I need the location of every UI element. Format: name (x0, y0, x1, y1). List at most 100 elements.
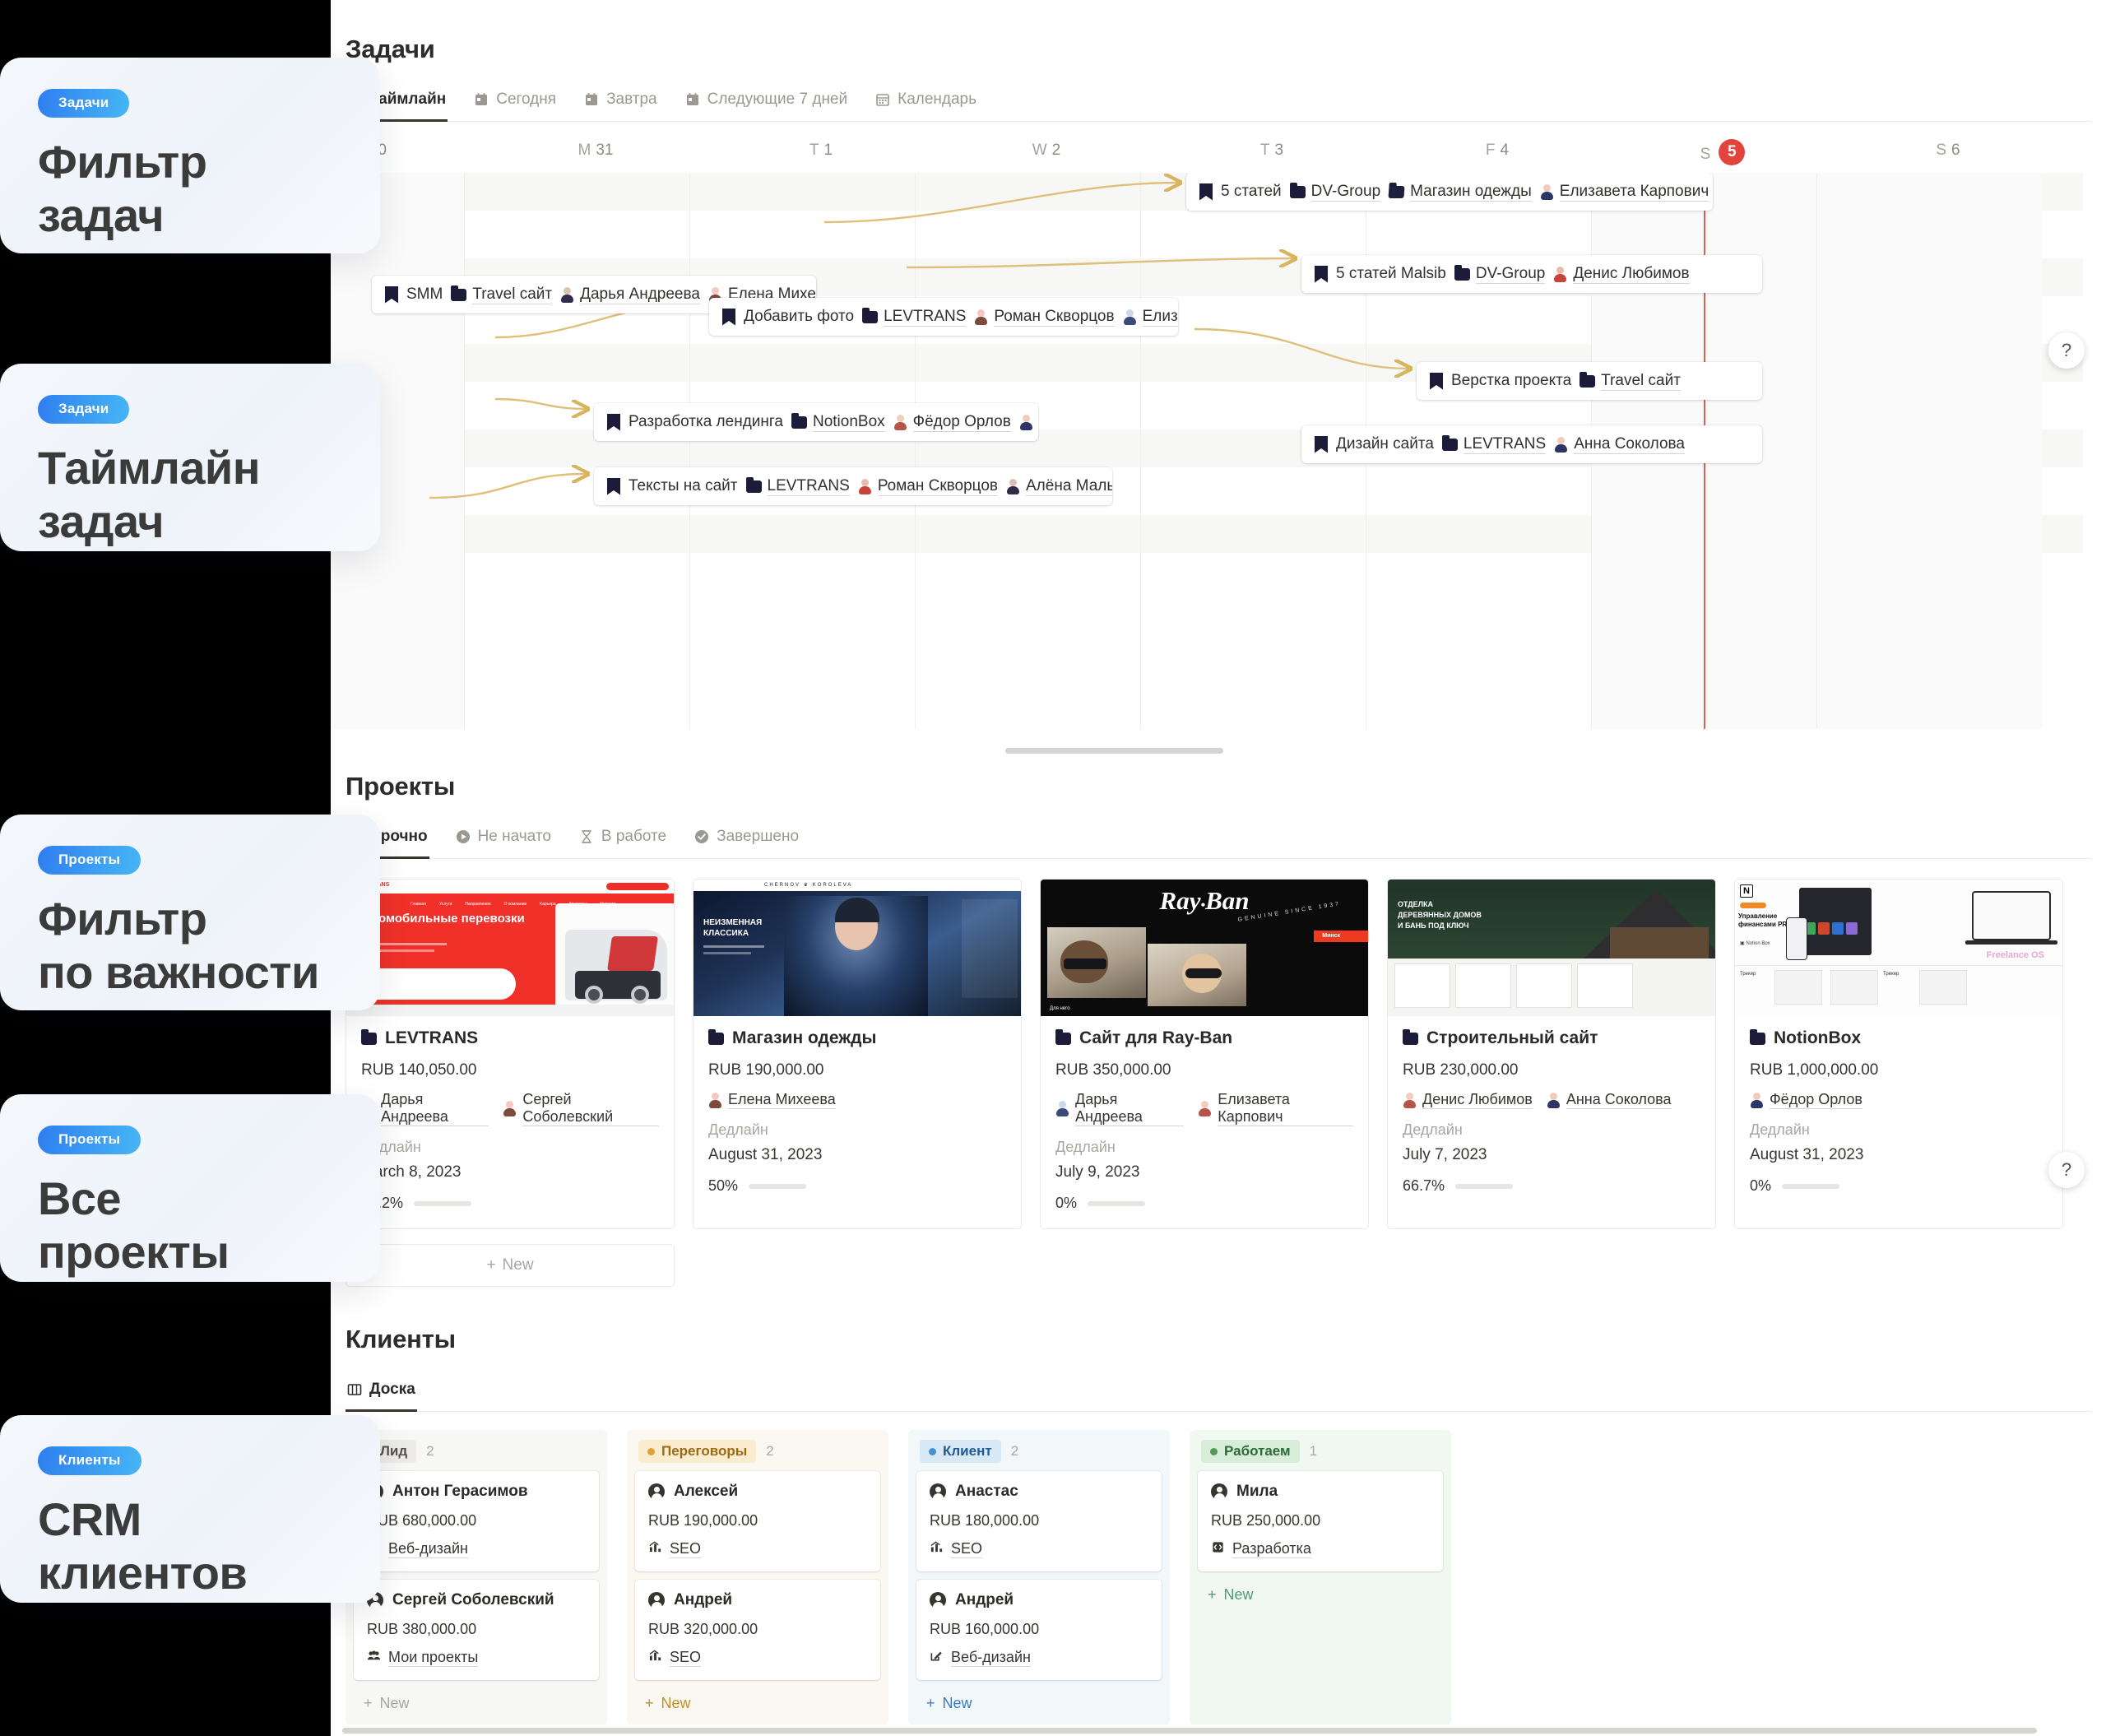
timeline-task-bar[interactable]: 5 статей Malsib DV-Group Денис Любимов (1301, 255, 1762, 293)
help-button-top[interactable]: ? (2048, 332, 2085, 369)
timeline-bar-5-project[interactable]: NotionBox (791, 412, 885, 432)
client-card[interactable]: Анастас RUB 180,000.00 SEO (916, 1471, 1162, 1571)
tab-projects-3[interactable]: Завершено (693, 823, 800, 859)
overlay-card-3-badge: Проекты (38, 846, 141, 875)
tab-projects-2[interactable]: В работе (578, 823, 668, 859)
project-person[interactable]: Денис Любимов (1403, 1091, 1533, 1109)
project-person[interactable]: Елена Михеева (708, 1091, 836, 1109)
project-card[interactable]: ОТДЕЛКА ДЕРЕВЯННЫХ ДОМОВ И БАНЬ ПОД КЛЮЧ С… (1387, 879, 1716, 1229)
project-name-label: Строительный сайт (1426, 1028, 1598, 1047)
board-column-name: Клиент (943, 1443, 992, 1459)
client-tag[interactable]: Веб-дизайн (367, 1540, 586, 1558)
tab-tasks-2[interactable]: Завтра (582, 86, 659, 122)
page-icon (722, 308, 735, 326)
tab-tasks-1-label: Сегодня (496, 91, 557, 108)
client-tag[interactable]: SEO (930, 1540, 1148, 1558)
client-name-label: Алексей (674, 1483, 739, 1500)
project-person[interactable]: Елизавета Карпович (1198, 1091, 1353, 1126)
timeline-bar-3-project[interactable]: LEVTRANS (862, 307, 967, 327)
client-tag[interactable]: Веб-дизайн (930, 1649, 1148, 1667)
project-card[interactable]: CHERNOV ♛ KOROLEVA НЕИЗМЕННАЯ КЛАССИКА Ма… (693, 879, 1022, 1229)
thumb-levtrans: ▣ LEVTRANS Автомобильные перевозки Главн… (346, 880, 674, 1016)
project-progress-label: 0% (1750, 1177, 1772, 1194)
client-tag[interactable]: SEO (648, 1540, 867, 1558)
page-scrollbar-thumb[interactable] (342, 1728, 2037, 1734)
client-tag[interactable]: Разработка (1211, 1540, 1430, 1558)
overlay-card-2-badge: Задачи (38, 395, 130, 424)
timeline-bar-0-person-0[interactable]: Елизавета Карпович (1540, 183, 1709, 202)
client-card[interactable]: Алексей RUB 190,000.00 SEO (635, 1471, 880, 1571)
timeline-scrollbar-thumb[interactable] (1005, 748, 1223, 754)
timeline-bar-3-person-1[interactable]: Елизавета Карпович (1123, 308, 1178, 327)
board-column-pill[interactable]: Переговоры (638, 1440, 757, 1463)
client-card[interactable]: Антон Герасимов RUB 680,000.00 Веб-дизай… (354, 1471, 599, 1571)
project-new-button[interactable]: + New (346, 1244, 675, 1287)
client-new-button[interactable]: + New (1190, 1580, 1451, 1608)
timeline-bar-5-person-1[interactable]: Сергей Соболевский (1019, 413, 1038, 432)
timeline-task-bar[interactable]: Дизайн сайта LEVTRANS Анна Соколова (1301, 425, 1762, 463)
project-card[interactable]: ▣ LEVTRANS Автомобильные перевозки Главн… (346, 879, 675, 1229)
timeline-bar-2-person-0[interactable]: Дарья Андреева (560, 285, 700, 304)
board-column-pill[interactable]: Работаем (1201, 1440, 1300, 1463)
page-horizontal-scrollbar[interactable] (331, 1724, 2106, 1736)
timeline-task-bar[interactable]: Разработка лендинга NotionBox Фёдор Орлов… (594, 403, 1038, 441)
timeline-task-bar[interactable]: Добавить фото LEVTRANS Роман Скворцов Ели… (709, 298, 1178, 336)
timeline-bar-4-project[interactable]: Travel сайт (1580, 371, 1681, 391)
project-progress: 50% (708, 1177, 1006, 1195)
timeline-bar-0-project[interactable]: DV-Group (1289, 182, 1381, 202)
client-tag[interactable]: Мои проекты (367, 1649, 586, 1667)
timeline-bar-7-project[interactable]: LEVTRANS (745, 476, 850, 496)
timeline-bar-7-person-1[interactable]: Алёна Малышева (1006, 477, 1112, 496)
client-card[interactable]: Андрей RUB 320,000.00 SEO (635, 1580, 880, 1680)
timeline-scrollbar[interactable] (331, 747, 2106, 754)
project-thumbnail: ▣ LEVTRANS Автомобильные перевозки Главн… (346, 880, 674, 1016)
project-person[interactable]: Дарья Андреева (361, 1091, 489, 1126)
project-person[interactable]: Фёдор Орлов (1750, 1091, 1862, 1109)
timeline-bar-2-project[interactable]: Travel сайт (451, 285, 553, 304)
tab-tasks-3[interactable]: Следующие 7 дней (684, 86, 850, 122)
client-name-label: Андрей (674, 1591, 733, 1608)
timeline-task-bar[interactable]: Тексты на сайт LEVTRANS Роман Скворцов Ал… (594, 467, 1112, 505)
overlay-card-3-title: Фильтр по важности (38, 893, 319, 998)
client-price: RUB 160,000.00 (930, 1621, 1040, 1637)
timeline-day-5: F4 (1460, 142, 1534, 160)
client-tag[interactable]: SEO (648, 1649, 867, 1667)
client-new-button[interactable]: + New (627, 1688, 888, 1717)
client-price: RUB 190,000.00 (648, 1512, 758, 1529)
person-icon (930, 1592, 946, 1608)
timeline-bar-6-project[interactable]: LEVTRANS (1441, 434, 1547, 454)
project-card[interactable]: N Управление финансами PRO ▣ Notion Box F… (1734, 879, 2063, 1229)
timeline-task-bar[interactable]: 5 статей DV-Group Магазин одежды Елизавета… (1186, 173, 1713, 211)
client-card[interactable]: Андрей RUB 160,000.00 Веб-дизайн (916, 1580, 1162, 1680)
timeline-task-bar[interactable]: Верстка проекта Travel сайт (1417, 362, 1762, 400)
timeline-bar-3-person-0[interactable]: Роман Скворцов (974, 308, 1115, 327)
tab-clients-0[interactable]: Доска (346, 1376, 417, 1412)
project-person[interactable]: Дарья Андреева (1055, 1091, 1185, 1126)
timeline-day-5-weekday: F (1485, 142, 1497, 159)
client-new-button[interactable]: + New (346, 1688, 607, 1717)
help-button-bottom[interactable]: ? (2048, 1152, 2085, 1188)
tab-tasks-1[interactable]: Сегодня (472, 86, 558, 122)
board-column-count: 2 (426, 1443, 434, 1459)
client-new-button[interactable]: + New (908, 1688, 1170, 1717)
project-card[interactable]: Ray•Ban GENUINE SINCE 1937 Для него Минс… (1040, 879, 1369, 1229)
board-column-pill[interactable]: Клиент (920, 1440, 1001, 1463)
client-card[interactable]: Мила RUB 250,000.00 Разработка (1198, 1471, 1443, 1571)
client-name-label: Андрей (955, 1591, 1014, 1608)
timeline-bar-5-person-0[interactable]: Фёдор Орлов (893, 413, 1011, 432)
project-name-label: Магазин одежды (732, 1028, 877, 1047)
tab-projects-1[interactable]: Не начато (454, 823, 553, 859)
client-card[interactable]: Сергей Соболевский RUB 380,000.00 Мои пр… (354, 1580, 599, 1680)
timeline-bar-1-project[interactable]: DV-Group (1454, 264, 1546, 284)
project-person[interactable]: Сергей Соболевский (503, 1091, 659, 1126)
timeline-bar-1-person-0[interactable]: Денис Любимов (1553, 265, 1690, 284)
thumb-notionbox: N Управление финансами PRO ▣ Notion Box F… (1735, 880, 2062, 1016)
tasks-timeline[interactable]: S30 M31 T1 W2 T3 F4 S5 S6 5 ст (331, 137, 2106, 754)
timeline-bar-7-person-0[interactable]: Роман Скворцов (858, 477, 998, 496)
tab-tasks-4[interactable]: Календарь (874, 86, 978, 122)
overlay-card-5-badge: Клиенты (38, 1446, 141, 1475)
timeline-bar-6-person-0[interactable]: Анна Соколова (1554, 435, 1685, 454)
timeline-bar-0-client[interactable]: Магазин одежды (1388, 183, 1532, 202)
project-person[interactable]: Анна Соколова (1547, 1091, 1672, 1109)
overlay-card-2: Задачи Таймлайн задач (0, 364, 380, 551)
